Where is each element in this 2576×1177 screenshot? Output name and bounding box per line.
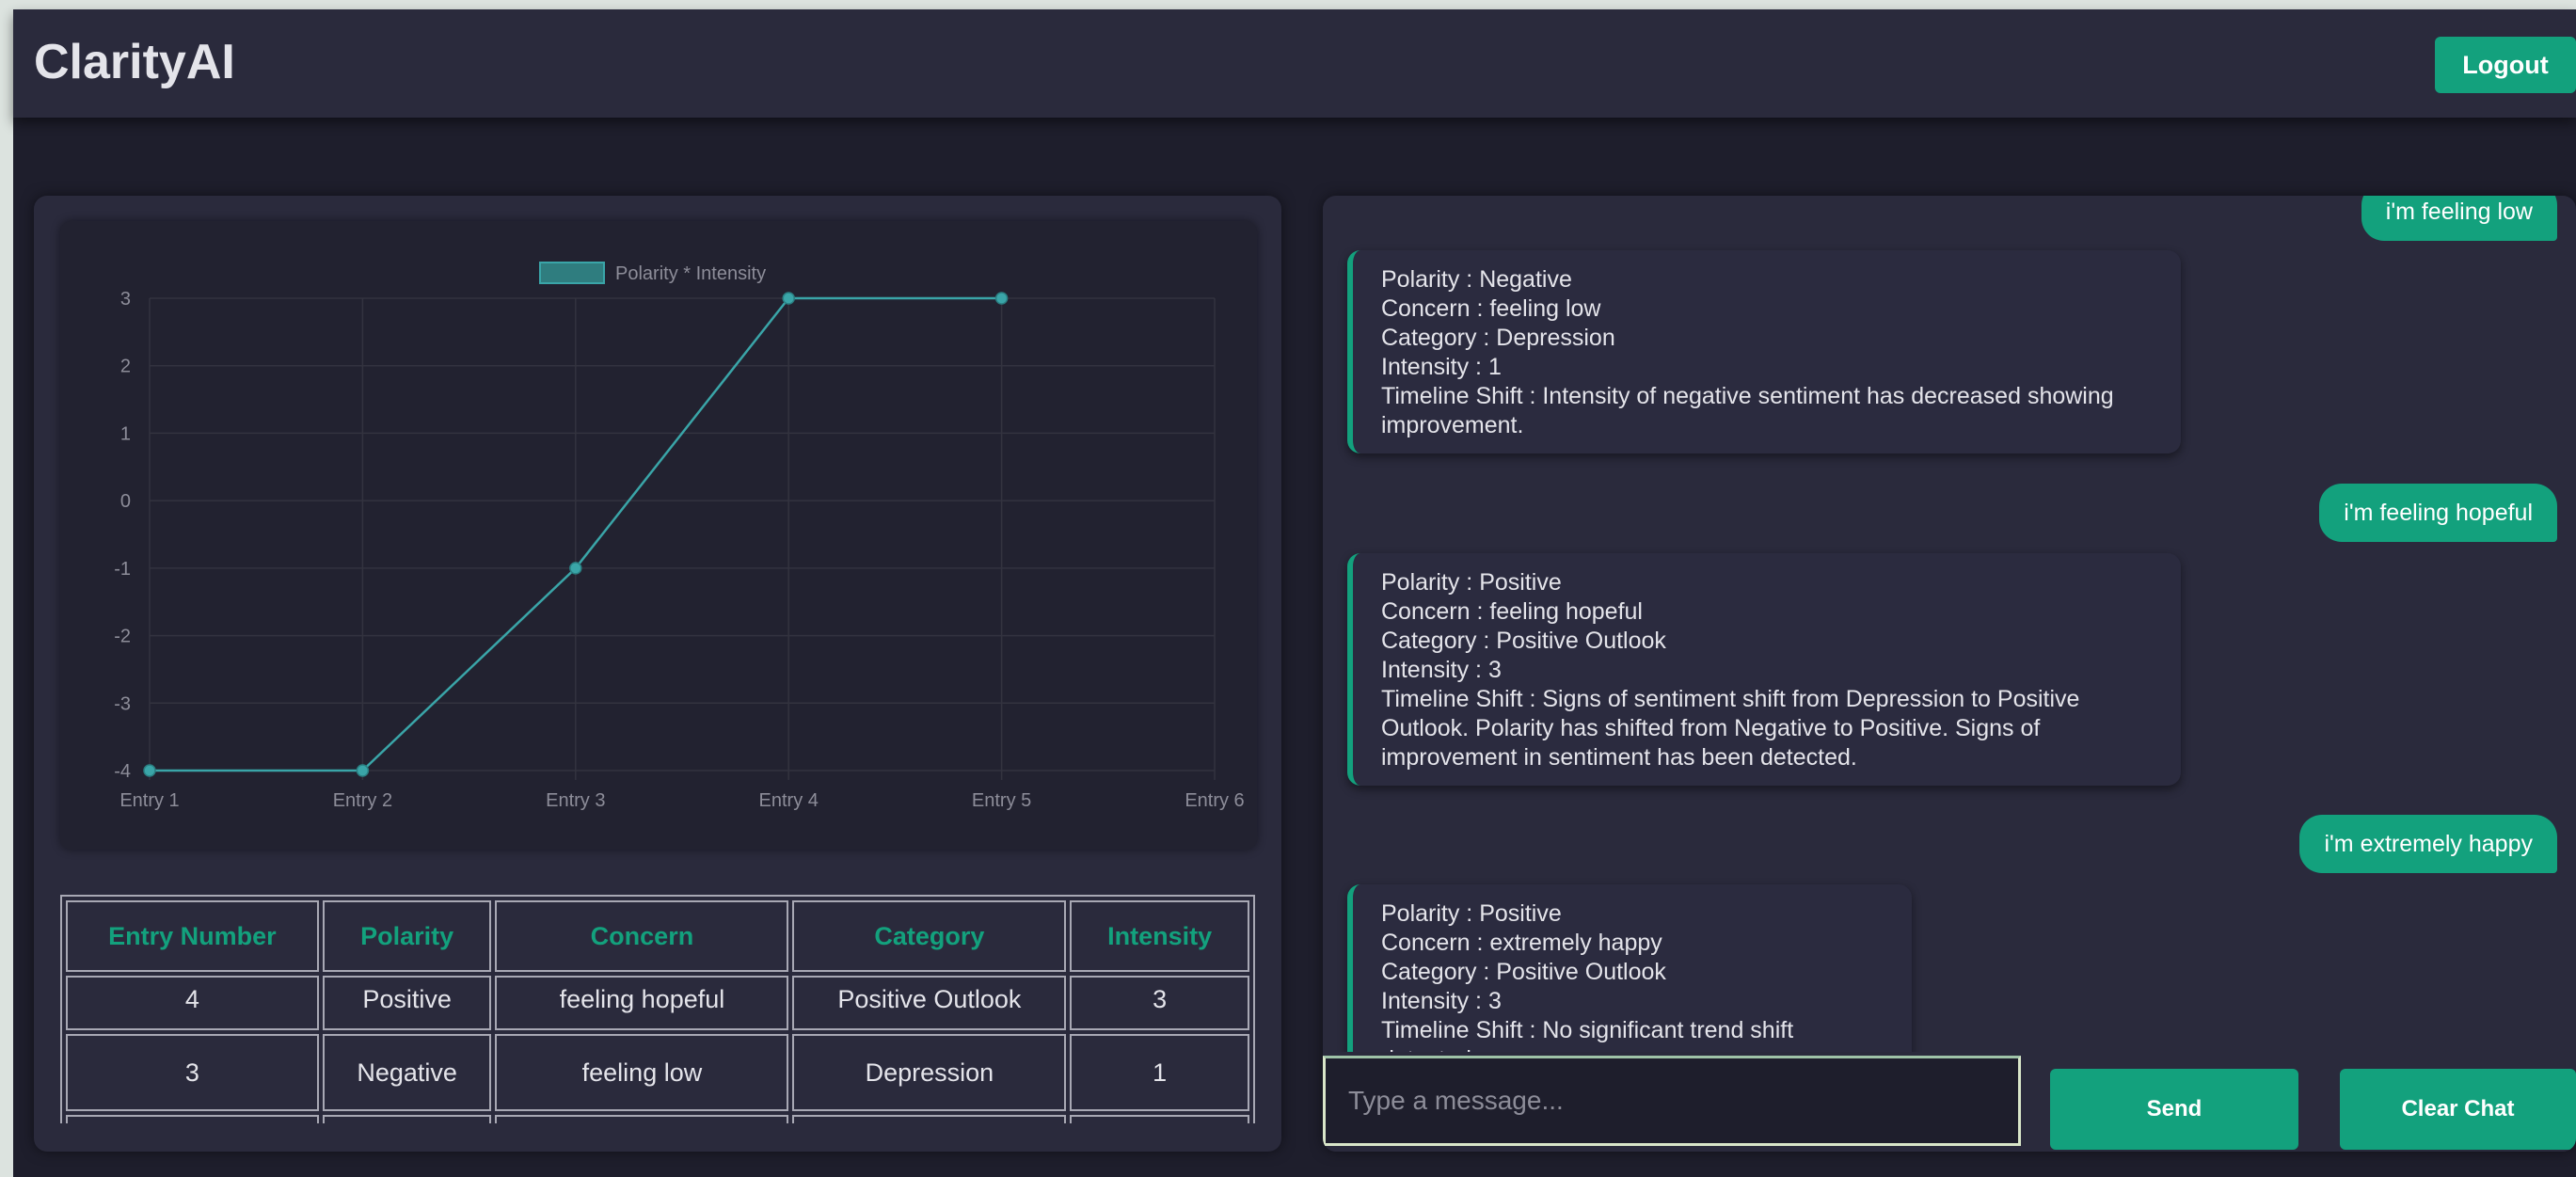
cell-category: Depression [792, 1034, 1067, 1111]
bot-message-line: Polarity : Negative [1381, 266, 1572, 293]
bot-message-line: Concern : feeling low [1381, 295, 1601, 322]
cell-concern: feeling low [495, 1034, 789, 1111]
legend-swatch [539, 262, 605, 284]
x-tick-label: Entry 4 [759, 790, 819, 811]
chat-panel: i'm feeling low Polarity : Negative Conc… [1323, 196, 2576, 1152]
app: ClarityAI Logout 3 2 1 0 -1 -2 -3 -4 Entry 1 Entr… [13, 9, 2576, 1177]
bot-message-line: Intensity : 3 [1381, 657, 1502, 683]
bot-message-line: Category : Depression [1381, 325, 1615, 351]
y-tick-label: 2 [120, 357, 131, 377]
header-entry-number: Entry Number [66, 900, 319, 972]
user-message: i'm extremely happy [2299, 815, 2557, 873]
cell-concern: feeling hopeful [495, 976, 789, 1030]
user-message: i'm feeling low [2361, 196, 2557, 241]
cell-empty [792, 1115, 1067, 1123]
bot-message-line: Concern : feeling hopeful [1381, 598, 1643, 625]
legend-label: Polarity * Intensity [615, 263, 766, 284]
send-button[interactable]: Send [2050, 1069, 2298, 1150]
chat-messages[interactable]: i'm feeling low Polarity : Negative Conc… [1323, 196, 2576, 1052]
table-header-row: Entry Number Polarity Concern Category I… [66, 900, 1249, 972]
top-bar: ClarityAI Logout [13, 9, 2576, 118]
y-tick-label: 1 [120, 423, 131, 444]
header-concern: Concern [495, 900, 789, 972]
data-point [994, 292, 1009, 305]
cell-intensity: 1 [1070, 1034, 1249, 1111]
table-row [66, 1115, 1249, 1123]
cell-polarity: Negative [322, 1034, 492, 1111]
chart-svg: 3 2 1 0 -1 -2 -3 -4 Entry 1 Entry 2 Entry 3 Entry 4… [114, 262, 1245, 811]
cell-category: Positive Outlook [792, 976, 1067, 1030]
chat-input-bar: Send Clear Chat [1323, 1052, 2576, 1152]
x-tick-label: Entry 5 [972, 790, 1031, 811]
bot-message-line: Category : Positive Outlook [1381, 959, 1666, 985]
x-tick-label: Entry 3 [546, 790, 605, 811]
sentiment-chart: 3 2 1 0 -1 -2 -3 -4 Entry 1 Entry 2 Entry 3 Entry 4… [60, 221, 1257, 850]
clear-chat-button[interactable]: Clear Chat [2340, 1069, 2576, 1150]
bot-message-line: Category : Positive Outlook [1381, 628, 1666, 654]
x-tick-label: Entry 2 [333, 790, 392, 811]
y-tick-label: -4 [114, 761, 131, 782]
bot-message-line: Polarity : Positive [1381, 900, 1562, 927]
cell-entry-number: 3 [66, 1034, 319, 1111]
bot-message: Polarity : Positive Concern : feeling ho… [1347, 553, 2181, 786]
y-tick-label: -1 [114, 559, 131, 580]
y-tick-label: 0 [120, 491, 131, 512]
y-tick-label: -3 [114, 693, 131, 714]
y-tick-label: 3 [120, 289, 131, 310]
header-intensity: Intensity [1070, 900, 1249, 972]
cell-intensity: 3 [1070, 976, 1249, 1030]
app-brand: ClarityAI [34, 35, 235, 89]
message-input[interactable] [1323, 1056, 2021, 1146]
data-point [569, 562, 582, 575]
header-polarity: Polarity [322, 900, 492, 972]
dashboard-panel: 3 2 1 0 -1 -2 -3 -4 Entry 1 Entry 2 Entry 3 Entry 4… [34, 196, 1281, 1152]
bot-message-line: Timeline Shift : No significant trend sh… [1381, 1017, 1794, 1052]
cell-polarity: Positive [322, 976, 492, 1030]
cell-empty [66, 1115, 319, 1123]
x-tick-label: Entry 6 [1185, 790, 1244, 811]
logout-button[interactable]: Logout [2435, 37, 2576, 93]
bot-message-line: Intensity : 3 [1381, 988, 1502, 1014]
bot-message: Polarity : Positive Concern : extremely … [1347, 884, 1912, 1052]
bot-message-line: Intensity : 1 [1381, 354, 1502, 380]
bot-message-line: Timeline Shift : Intensity of negative s… [1381, 383, 2114, 438]
data-point [356, 764, 370, 777]
y-tick-label: -2 [114, 627, 131, 647]
bot-message: Polarity : Negative Concern : feeling lo… [1347, 250, 2181, 453]
entries-table: Entry Number Polarity Concern Category I… [60, 895, 1255, 1123]
entries-table-container[interactable]: Entry Number Polarity Concern Category I… [60, 895, 1255, 1123]
cell-entry-number: 4 [66, 976, 319, 1030]
x-tick-label: Entry 1 [119, 790, 179, 811]
cell-empty [495, 1115, 789, 1123]
cell-empty [1070, 1115, 1249, 1123]
table-row: 3 Negative feeling low Depression 1 [66, 1034, 1249, 1111]
header-category: Category [792, 900, 1067, 972]
table-row: 4 Positive feeling hopeful Positive Outl… [66, 976, 1249, 1030]
bot-message-line: Timeline Shift : Signs of sentiment shif… [1381, 686, 2080, 771]
cell-empty [322, 1115, 492, 1123]
bot-message-line: Concern : extremely happy [1381, 930, 1662, 956]
user-message: i'm feeling hopeful [2319, 484, 2557, 542]
bot-message-line: Polarity : Positive [1381, 569, 1562, 596]
data-point [782, 292, 795, 305]
data-point [143, 764, 156, 777]
